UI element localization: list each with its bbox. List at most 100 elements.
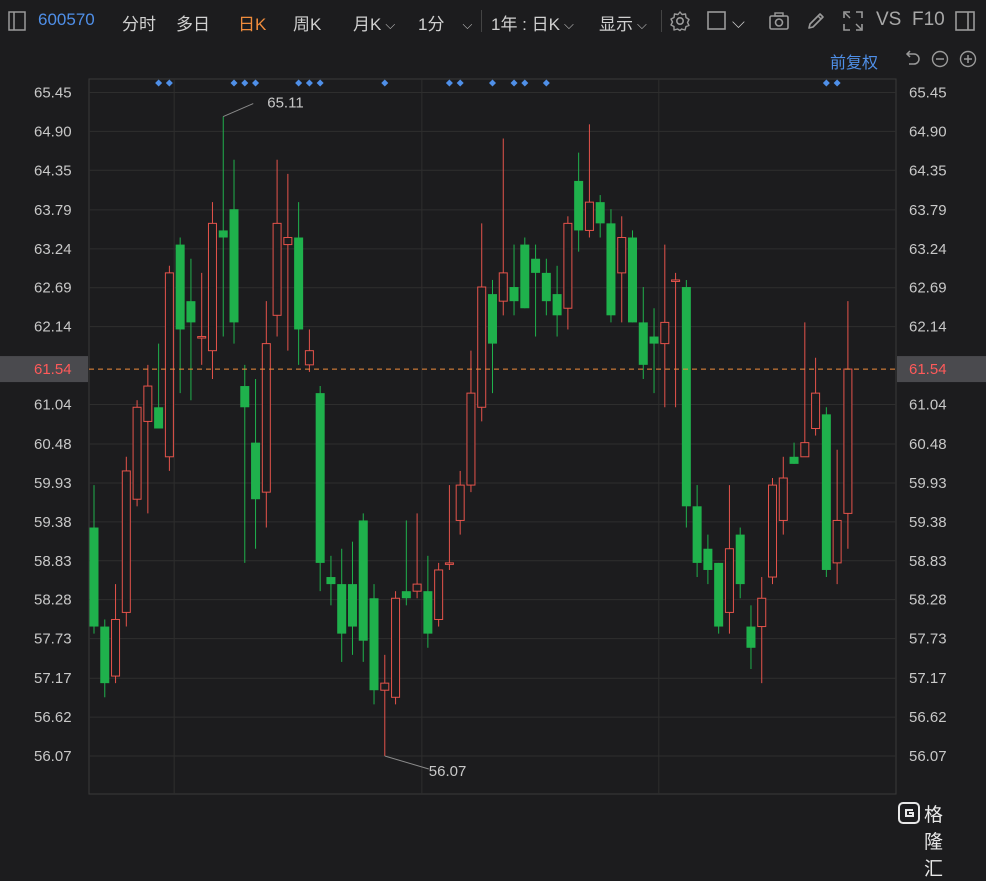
- candle-body: [692, 506, 702, 563]
- candle-body: [121, 470, 131, 613]
- candle-body: [218, 230, 228, 238]
- y-tick-label-right: 57.73: [909, 631, 947, 648]
- y-tick-label-left: 62.69: [34, 280, 72, 297]
- candle-body: [789, 456, 799, 464]
- candle-body: [703, 548, 713, 570]
- reference-price-label-right: 61.54: [909, 361, 947, 378]
- chevron-down-icon: ⌵: [637, 17, 647, 32]
- candle-body: [832, 519, 842, 564]
- candle-body: [261, 343, 271, 493]
- range-selector[interactable]: 1年 : 日K ⌵: [491, 10, 574, 35]
- candle-body: [412, 583, 422, 592]
- candle-body: [509, 287, 519, 302]
- candle-body: [251, 442, 261, 500]
- square-icon[interactable]: [706, 10, 728, 32]
- f10-button[interactable]: F10: [912, 9, 945, 31]
- candle-body: [304, 350, 314, 366]
- y-tick-label-left: 63.24: [34, 241, 72, 258]
- tab-minute[interactable]: 1分 ⌵: [418, 10, 472, 35]
- candle-body: [369, 598, 379, 691]
- candle-body: [444, 562, 454, 565]
- candle-body: [380, 682, 390, 691]
- y-tick-label-right: 60.48: [909, 436, 947, 453]
- candle: [520, 237, 530, 309]
- candle-body: [498, 272, 508, 302]
- candle-body: [768, 484, 778, 578]
- vs-button[interactable]: VS: [876, 9, 901, 31]
- plot-area: [88, 78, 897, 795]
- candle-body: [272, 222, 282, 316]
- candle: [714, 562, 724, 634]
- panel-toggle-icon[interactable]: [954, 10, 976, 32]
- display-menu[interactable]: 显示 ⌵: [599, 10, 647, 35]
- y-tick-label-right: 57.17: [909, 670, 947, 687]
- tab-rik[interactable]: 日K: [238, 10, 266, 35]
- candle-body: [100, 626, 110, 684]
- candle-body: [358, 520, 368, 641]
- tab-duori[interactable]: 多日: [176, 10, 210, 35]
- tab-yuek[interactable]: 月K ⌵: [353, 10, 395, 35]
- high-annotation-label: 65.11: [267, 95, 303, 112]
- y-tick-label-left: 56.62: [34, 709, 72, 726]
- candle-body: [574, 180, 584, 231]
- y-tick-label-right: 58.83: [909, 553, 947, 570]
- y-tick-label-left: 64.90: [34, 123, 72, 140]
- y-tick-label-left: 57.17: [34, 670, 72, 687]
- candle-body: [294, 237, 304, 330]
- candle-body: [681, 287, 691, 507]
- candle-body: [746, 626, 756, 648]
- camera-icon[interactable]: [768, 10, 790, 32]
- chevron-down-icon: ⌵: [462, 17, 473, 32]
- candle-body: [197, 336, 207, 339]
- candle-body: [757, 597, 767, 628]
- candle-body: [466, 392, 476, 486]
- pencil-icon[interactable]: [805, 10, 827, 32]
- y-tick-label-left: 65.45: [34, 85, 72, 102]
- candle: [821, 407, 831, 578]
- y-tick-label-right: 63.24: [909, 241, 947, 258]
- range-selector-label: 1年 : 日K: [491, 15, 560, 34]
- y-tick-label-right: 59.93: [909, 475, 947, 492]
- tab-zhouk[interactable]: 周K: [293, 10, 321, 35]
- y-tick-label-right: 64.90: [909, 123, 947, 140]
- candle-body: [628, 237, 637, 323]
- candle-body: [843, 368, 853, 514]
- candle-body: [606, 223, 616, 316]
- y-tick-label-right: 58.28: [909, 592, 947, 609]
- candle-body: [229, 209, 239, 323]
- candle-body: [552, 294, 562, 316]
- y-tick-label-left: 58.83: [34, 553, 72, 570]
- y-tick-label-right: 61.04: [909, 396, 947, 413]
- y-tick-label-left: 56.07: [34, 748, 72, 765]
- chart-toolbar: 600570 分时 多日 日K 周K 月K ⌵ 1分 ⌵ 1年 : 日K ⌵ 显示 ⌵ …: [0, 0, 986, 42]
- expand-icon[interactable]: [842, 10, 864, 32]
- y-tick-label-right: 56.07: [909, 748, 947, 765]
- candle-body: [143, 385, 153, 422]
- candle-body: [821, 414, 831, 570]
- candle-body: [423, 591, 433, 634]
- stock-code[interactable]: 600570: [38, 10, 95, 30]
- candle-body: [283, 237, 293, 246]
- reference-price-label-left: 61.54: [34, 361, 72, 378]
- gear-icon[interactable]: [669, 10, 691, 32]
- candle-body: [563, 222, 573, 309]
- sidebar-toggle-icon[interactable]: [7, 10, 29, 32]
- candle: [681, 279, 691, 528]
- chevron-down-icon: ⌵: [563, 17, 574, 32]
- candle: [121, 456, 131, 627]
- y-tick-label-left: 59.38: [34, 514, 72, 531]
- candle-body: [455, 484, 465, 521]
- chevron-down-icon: ⌵: [385, 17, 396, 32]
- candle-body: [240, 386, 250, 408]
- y-tick-label-right: 62.14: [909, 319, 947, 336]
- y-tick-label-right: 63.79: [909, 202, 947, 219]
- candle-body: [89, 527, 99, 627]
- tab-fenshi[interactable]: 分时: [122, 10, 156, 35]
- candle-body: [584, 201, 594, 231]
- low-annotation-label: 56.07: [429, 763, 467, 780]
- candle: [369, 584, 379, 705]
- chevron-down-icon[interactable]: ⌵: [732, 13, 745, 33]
- candle-body: [186, 301, 196, 323]
- candle-body: [531, 258, 541, 273]
- candlestick-chart[interactable]: 65.45 65.45 64.90 64.90 64.35 64.35 63.79 63.79…: [0, 40, 986, 800]
